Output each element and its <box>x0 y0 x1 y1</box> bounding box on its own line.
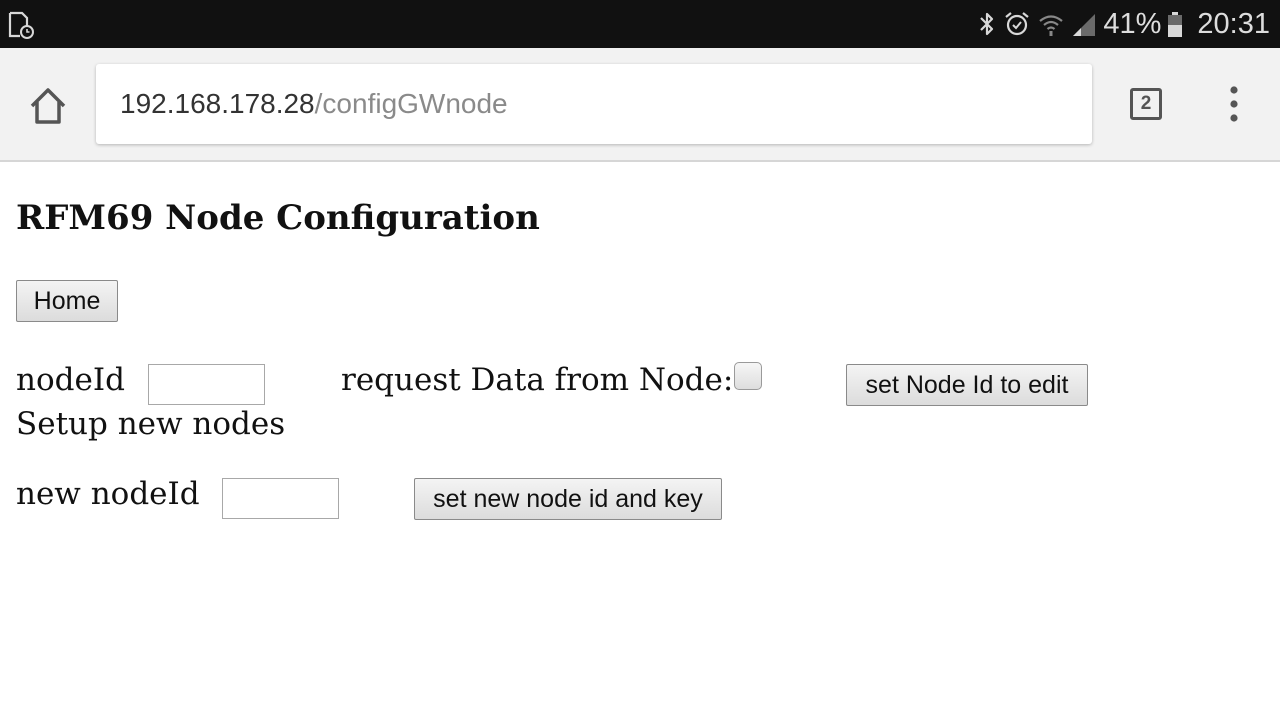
new-node-id-input[interactable] <box>222 478 339 519</box>
url-host: 192.168.178.28 <box>120 88 315 119</box>
url-bar[interactable]: 192.168.178.28/configGWnode <box>96 64 1092 144</box>
set-new-node-button[interactable]: set new node id and key <box>414 478 722 520</box>
wifi-icon <box>1039 15 1064 36</box>
sim-card-icon <box>8 11 34 39</box>
battery-percent: 41% <box>1103 8 1162 40</box>
page-title: RFM69 Node Configuration <box>16 198 540 238</box>
url-path: /configGWnode <box>314 88 508 119</box>
setup-new-nodes-label: Setup new nodes <box>16 406 286 442</box>
home-button[interactable]: Home <box>16 280 118 322</box>
request-data-label: request Data from Node: <box>341 362 734 398</box>
new-node-id-label: new nodeId <box>16 476 200 512</box>
signal-icon <box>1073 14 1096 36</box>
status-bar: 41% 20:31 <box>0 0 1280 48</box>
bluetooth-icon <box>980 12 994 36</box>
alarm-icon <box>1005 12 1030 36</box>
request-data-checkbox[interactable] <box>734 362 762 390</box>
home-icon[interactable] <box>24 82 72 130</box>
node-id-input[interactable] <box>148 364 265 405</box>
battery-icon <box>1168 12 1183 37</box>
node-id-label: nodeId <box>16 362 125 398</box>
page-content: RFM69 Node Configuration Home nodeId req… <box>0 162 1280 720</box>
clock: 20:31 <box>1197 8 1270 40</box>
more-vert-icon[interactable] <box>1222 84 1246 124</box>
tabs-icon[interactable]: 2 <box>1130 88 1162 120</box>
set-node-id-button[interactable]: set Node Id to edit <box>846 364 1088 406</box>
browser-toolbar: 192.168.178.28/configGWnode 2 <box>0 48 1280 162</box>
status-icons: 41% 20:31 <box>977 0 1270 48</box>
